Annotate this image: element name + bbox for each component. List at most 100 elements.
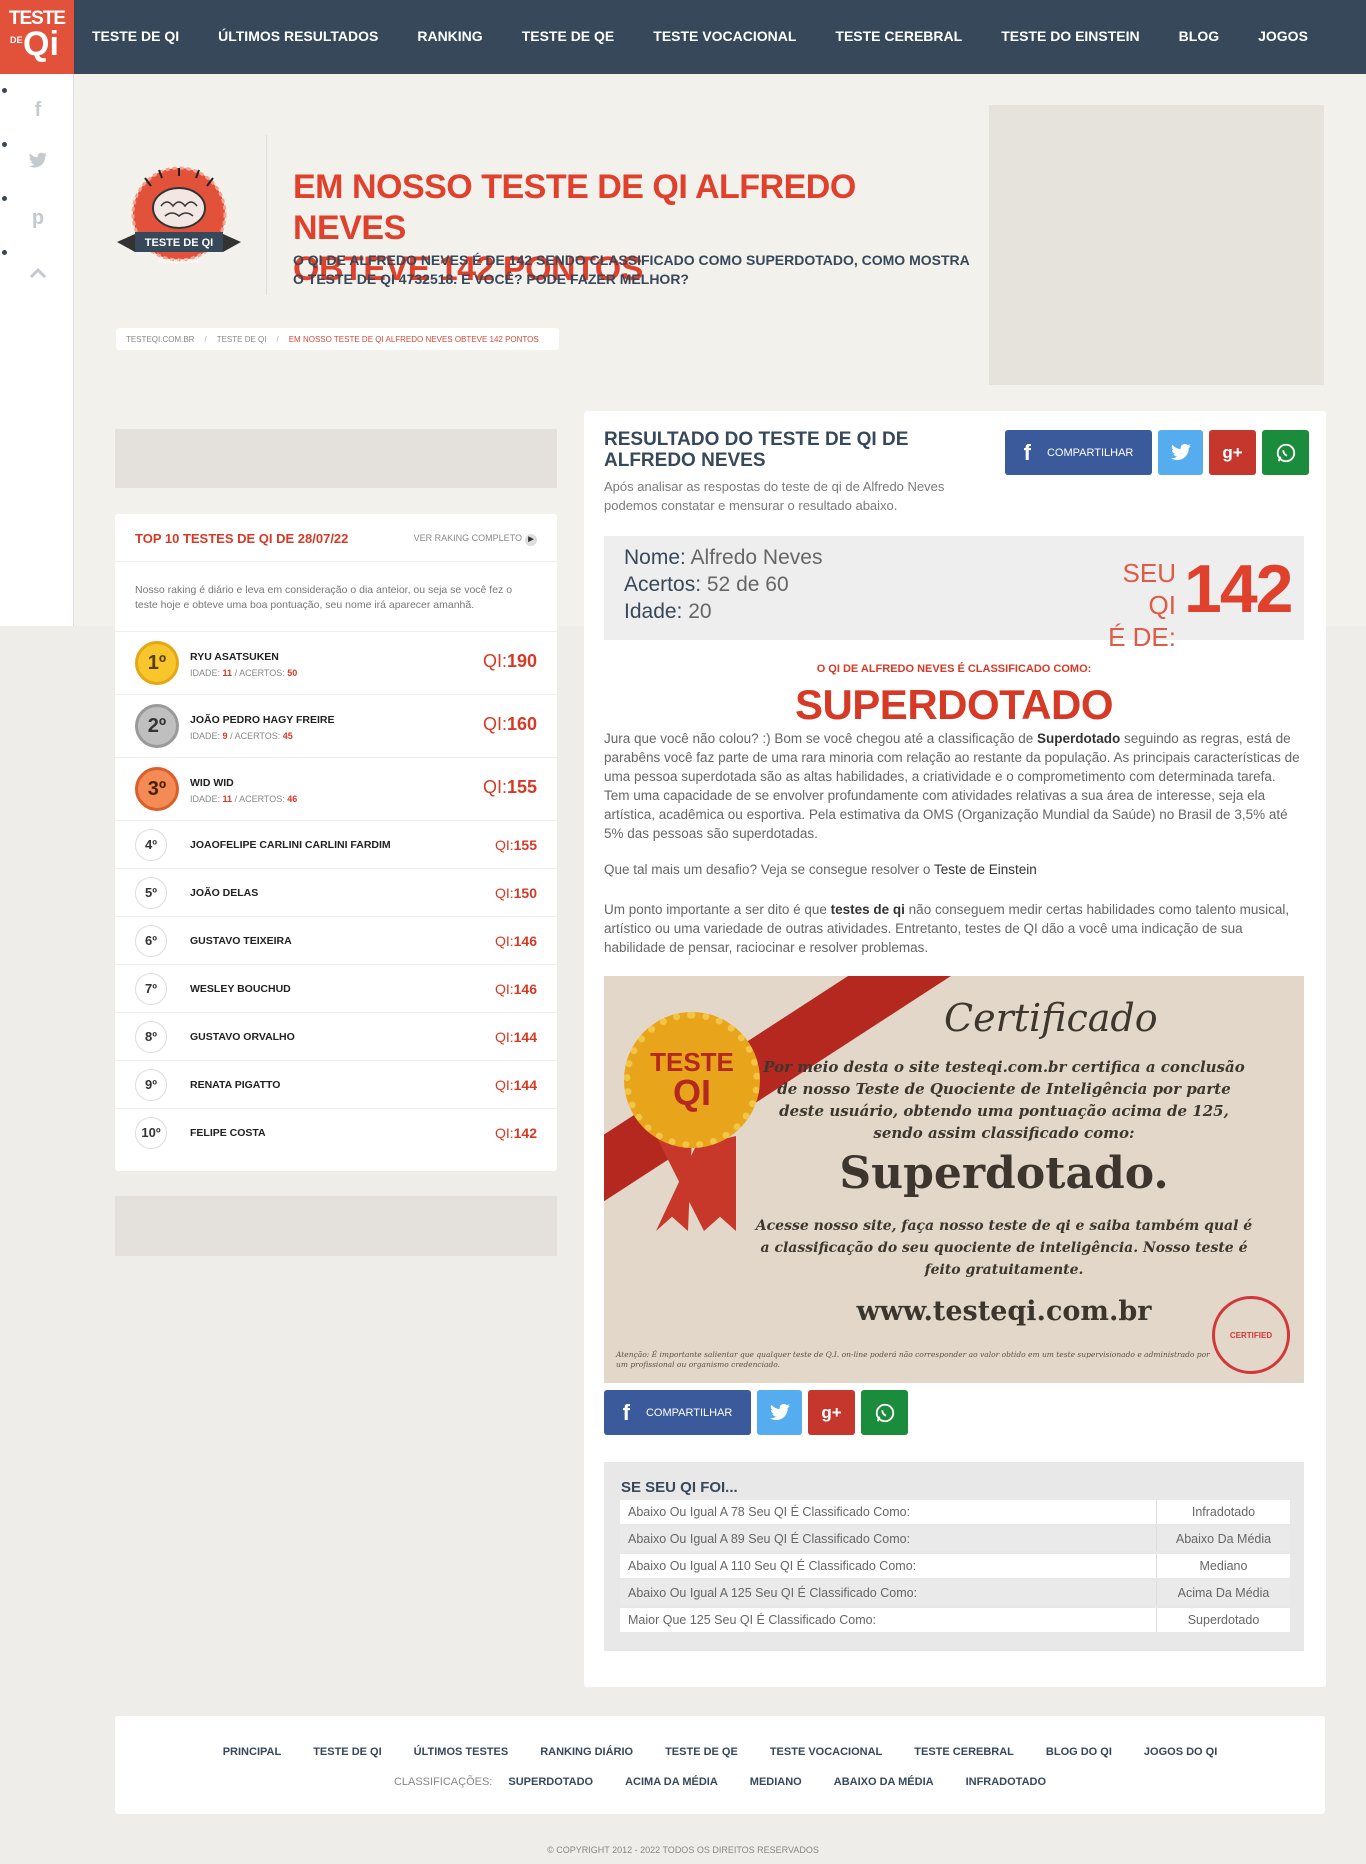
ad-placeholder-left-2 <box>115 1196 557 1256</box>
ranking-name: GUSTAVO ORVALHO <box>190 1031 295 1043</box>
logo-line3: Qi <box>23 25 59 63</box>
nav-item-blog[interactable]: BLOG <box>1179 0 1219 74</box>
site-logo[interactable]: TESTE DE Qi <box>0 0 74 74</box>
result-name: Alfredo Neves <box>690 546 823 569</box>
ranking-full-link[interactable]: VER RAKING COMPLETO ▶ <box>414 533 537 546</box>
qi-label: QI: <box>494 885 514 901</box>
share-bar-bottom: f COMPARTILHAR g+ <box>604 1390 914 1435</box>
ranking-row[interactable]: 4º JOAOFELIPE CARLINI CARLINI FARDIM QI:… <box>115 821 557 869</box>
ranking-row[interactable]: 5º JOÃO DELAS QI:150 <box>115 869 557 917</box>
google-plus-icon: g+ <box>1222 442 1243 462</box>
footer-class-superdotado[interactable]: SUPERDOTADO <box>508 1776 593 1788</box>
badge-small-text: TESTEQI.COM.BR <box>158 259 201 265</box>
ranking-row[interactable]: 8º GUSTAVO ORVALHO QI:144 <box>115 1013 557 1061</box>
ranking-qi: QI:155 <box>495 837 537 853</box>
gplus-share-button[interactable]: g+ <box>1209 430 1256 475</box>
footer-class-abaixo-da-media[interactable]: ABAIXO DA MÉDIA <box>834 1776 934 1788</box>
gplus-share-button[interactable]: g+ <box>808 1390 855 1435</box>
text: Que tal mais um desafio? Veja se consegu… <box>604 862 934 877</box>
footer-link-teste-de-qi[interactable]: TESTE DE QI <box>313 1746 381 1758</box>
breadcrumb-home[interactable]: TESTEQI.COM.BR <box>126 335 194 344</box>
footer-link-principal[interactable]: PRINCIPAL <box>223 1746 281 1758</box>
footer-link-blog-do-qi[interactable]: BLOG DO QI <box>1046 1746 1112 1758</box>
result-hits-line: Acertos: 52 de 60 <box>624 573 789 597</box>
classification-value: SUPERDOTADO <box>794 681 1114 728</box>
whatsapp-share-button[interactable] <box>861 1390 908 1435</box>
einstein-test-link[interactable]: Teste de Einstein <box>934 862 1037 877</box>
ranking-qi: QI:155 <box>483 777 537 798</box>
table-cell-condition: Abaixo Ou Igual A 125 Seu QI É Classific… <box>620 1581 1156 1605</box>
seal-ribbon-tails <box>656 1136 736 1231</box>
ranking-qi: QI:146 <box>495 981 537 997</box>
classification-label: O QI DE ALFREDO NEVES É CLASSIFICADO COM… <box>816 663 1092 675</box>
footer-class-acima-da-media[interactable]: ACIMA DA MÉDIA <box>625 1776 718 1788</box>
ranking-row[interactable]: 3º WID WID IDADE: 11 / ACERTOS: 46 QI:15… <box>115 758 557 821</box>
ranking-position: 7º <box>135 973 167 1005</box>
ranking-qi: QI:160 <box>483 714 537 735</box>
text: Um ponto importante a ser dito é que <box>604 902 831 917</box>
facebook-icon[interactable]: f <box>26 98 50 122</box>
footer-classifications: CLASSIFICAÇÕES: SUPERDOTADO ACIMA DA MÉD… <box>115 1776 1325 1788</box>
ranking-qi-value: 142 <box>513 1125 537 1141</box>
nav-item-ranking[interactable]: RANKING <box>417 0 482 74</box>
table-row: Abaixo Ou Igual A 110 Seu QI É Classific… <box>620 1554 1290 1578</box>
twitter-share-button[interactable] <box>757 1390 802 1435</box>
twitter-icon[interactable] <box>26 152 50 176</box>
footer-link-teste-cerebral[interactable]: TESTE CEREBRAL <box>914 1746 1014 1758</box>
ranking-position: 8º <box>135 1021 167 1053</box>
nav-item-teste-einstein[interactable]: TESTE DO EINSTEIN <box>1001 0 1139 74</box>
ranking-qi-value: 160 <box>506 714 537 734</box>
result-title: RESULTADO DO TESTE DE QI DE ALFREDO NEVE… <box>604 429 909 471</box>
ranking-row[interactable]: 10º FELIPE COSTA QI:142 <box>115 1109 557 1157</box>
chevron-up-icon[interactable] <box>26 260 50 284</box>
whatsapp-share-button[interactable] <box>1262 430 1309 475</box>
footer-link-ultimos-testes[interactable]: ÚLTIMOS TESTES <box>414 1746 509 1758</box>
breadcrumb-teste-de-qi[interactable]: TESTE DE QI <box>217 335 267 344</box>
facebook-share-button[interactable]: f COMPARTILHAR <box>604 1390 751 1435</box>
ranking-row[interactable]: 6º GUSTAVO TEIXEIRA QI:146 <box>115 917 557 965</box>
footer-class-infradotado[interactable]: INFRADOTADO <box>966 1776 1046 1788</box>
pinterest-icon[interactable]: p <box>26 206 50 230</box>
ranking-name: RYU ASATSUKEN <box>190 651 279 663</box>
twitter-share-button[interactable] <box>1158 430 1203 475</box>
ranking-row[interactable]: 2º JOÃO PEDRO HAGY FREIRE IDADE: 9 / ACE… <box>115 695 557 758</box>
ranking-qi: QI:146 <box>495 933 537 949</box>
ranking-meta: IDADE: 9 / ACERTOS: 45 <box>190 731 293 741</box>
qi-label: QI: <box>494 837 514 853</box>
ranking-name: RENATA PIGATTO <box>190 1079 281 1091</box>
result-hits: 52 de 60 <box>706 573 789 596</box>
breadcrumb: TESTEQI.COM.BR / TESTE DE QI / EM NOSSO … <box>116 328 559 350</box>
nav-item-teste-de-qi[interactable]: TESTE DE QI <box>92 0 179 74</box>
table-cell-class: Mediano <box>1156 1554 1290 1578</box>
ranking-position: 6º <box>135 925 167 957</box>
footer-class-mediano[interactable]: MEDIANO <box>750 1776 802 1788</box>
age-label: IDADE: <box>190 668 221 678</box>
iq-badge-logo: TESTE DE QI TESTEQI.COM.BR <box>115 166 243 274</box>
ranking-row[interactable]: 1º RYU ASATSUKEN IDADE: 11 / ACERTOS: 50… <box>115 632 557 695</box>
facebook-share-button[interactable]: f COMPARTILHAR <box>1005 430 1152 475</box>
footer-link-teste-de-qe[interactable]: TESTE DE QE <box>665 1746 738 1758</box>
footer-link-teste-vocacional[interactable]: TESTE VOCACIONAL <box>770 1746 882 1758</box>
nav-item-teste-cerebral[interactable]: TESTE CEREBRAL <box>835 0 962 74</box>
nav-item-jogos[interactable]: JOGOS <box>1258 0 1308 74</box>
nav-item-teste-vocacional[interactable]: TESTE VOCACIONAL <box>653 0 796 74</box>
ranking-name: FELIPE COSTA <box>190 1127 266 1139</box>
ranking-qi-value: 190 <box>506 651 537 671</box>
facebook-icon: f <box>622 1399 630 1425</box>
footer-link-ranking-diario[interactable]: RANKING DIÁRIO <box>540 1746 633 1758</box>
ad-placeholder-left-1 <box>115 429 557 488</box>
facebook-icon: f <box>1023 439 1031 465</box>
iq-score: 142 <box>1184 551 1293 627</box>
certificate-class: Superdotado. <box>839 1148 1169 1199</box>
whatsapp-icon <box>1276 443 1295 462</box>
ranking-row[interactable]: 9º RENATA PIGATTO QI:144 <box>115 1061 557 1109</box>
nav-item-teste-de-qe[interactable]: TESTE DE QE <box>522 0 615 74</box>
nav-item-ultimos-resultados[interactable]: ÚLTIMOS RESULTADOS <box>218 0 378 74</box>
logo-line2: DE <box>10 35 23 45</box>
ranking-qi-value: 155 <box>506 777 537 797</box>
qi-label: QI: <box>494 933 514 949</box>
ranking-row[interactable]: 7º WESLEY BOUCHUD QI:146 <box>115 965 557 1013</box>
footer-link-jogos-do-qi[interactable]: JOGOS DO QI <box>1144 1746 1217 1758</box>
divider <box>266 135 267 295</box>
hits-label: / ACERTOS: <box>230 731 281 741</box>
